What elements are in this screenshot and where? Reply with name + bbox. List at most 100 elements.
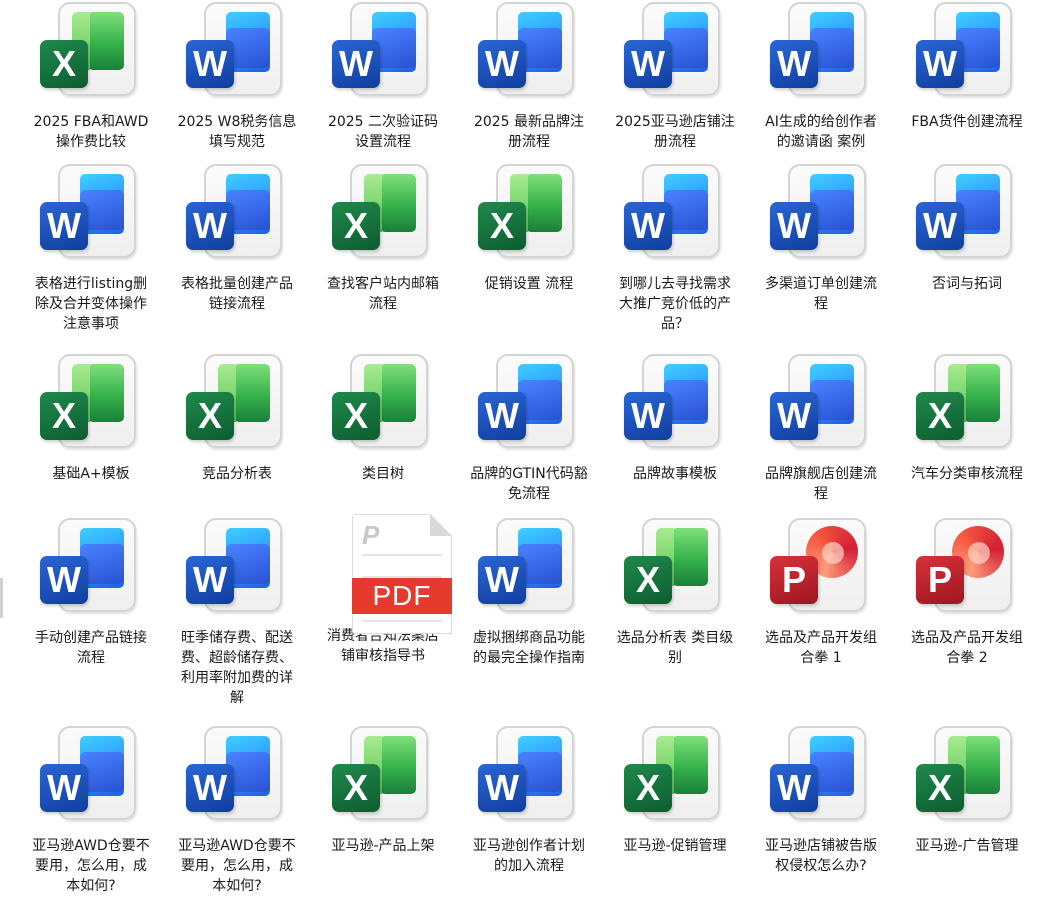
excel-file-icon: X	[474, 160, 584, 270]
app-badge: X	[916, 764, 964, 812]
file-item[interactable]: X 竞品分析表	[172, 350, 302, 484]
app-badge: W	[40, 202, 88, 250]
excel-file-icon: X	[36, 350, 146, 460]
excel-file-icon: X	[912, 722, 1022, 832]
app-badge: W	[916, 40, 964, 88]
file-item[interactable]: W 品牌的GTIN代码豁免流程	[464, 350, 594, 504]
file-name: 2025 二次验证码设置流程	[327, 114, 439, 150]
app-badge: W	[478, 392, 526, 440]
file-name: 2025亚马逊店铺注册流程	[615, 114, 735, 150]
app-badge: W	[186, 556, 234, 604]
file-name: AI生成的给创作者的邀请函 案例	[765, 114, 877, 150]
pdf-file-icon: P PDF	[328, 514, 452, 634]
excel-file-icon: X	[328, 160, 438, 270]
file-name: 查找客户站内邮箱 流程	[327, 276, 439, 312]
file-item[interactable]: X 选品分析表 类目级别	[610, 514, 740, 668]
app-badge: W	[478, 40, 526, 88]
file-item[interactable]: W 2025 最新品牌注册流程	[464, 0, 594, 152]
excel-file-icon: X	[328, 350, 438, 460]
file-name: 旺季储存费、配送费、超龄储存费、利用率附加费的详解	[181, 630, 293, 706]
file-item[interactable]: X 汽车分类审核流程	[902, 350, 1032, 484]
file-item[interactable]: X 亚马逊-促销管理	[610, 722, 740, 856]
word-file-icon: W	[620, 0, 730, 108]
file-item[interactable]: W 亚马逊创作者计划的加入流程	[464, 722, 594, 876]
word-file-icon: W	[36, 160, 146, 270]
file-item[interactable]: W 亚马逊AWD仓要不要用，怎么用，成本如何?	[26, 722, 156, 896]
file-item[interactable]: W 虚拟捆绑商品功能的最完全操作指南	[464, 514, 594, 668]
file-item[interactable]: W 亚马逊店铺被告版权侵权怎么办?	[756, 722, 886, 876]
file-item[interactable]: W 多渠道订单创建流程	[756, 160, 886, 314]
file-item[interactable]: W 手动创建产品链接流程	[26, 514, 156, 668]
file-item[interactable]: X 亚马逊-产品上架	[318, 722, 448, 856]
file-item[interactable]: W 否词与拓词	[902, 160, 1032, 294]
file-item[interactable]: X 查找客户站内邮箱 流程	[318, 160, 448, 314]
file-name: 表格进行listing删除及合并变体操作注意事项	[34, 276, 148, 332]
file-item[interactable]: W FBA货件创建流程	[902, 0, 1032, 132]
app-badge: X	[624, 556, 672, 604]
file-name: FBA货件创建流程	[911, 114, 1023, 130]
app-badge: X	[916, 392, 964, 440]
file-item[interactable]: X 2025 FBA和AWD操作费比较	[26, 0, 156, 152]
file-name: 品牌故事模板	[633, 466, 717, 482]
word-file-icon: W	[766, 350, 876, 460]
file-name: 多渠道订单创建流程	[765, 276, 877, 312]
app-badge: W	[478, 764, 526, 812]
word-file-icon: W	[912, 0, 1022, 108]
powerpoint-file-icon: P	[766, 514, 876, 624]
word-file-icon: W	[766, 0, 876, 108]
file-name: 品牌旗舰店创建流程	[765, 466, 877, 502]
file-item[interactable]: W 品牌旗舰店创建流程	[756, 350, 886, 504]
left-scroll-edge	[0, 578, 3, 618]
word-file-icon: W	[766, 160, 876, 270]
file-item[interactable]: W 品牌故事模板	[610, 350, 740, 484]
app-badge: W	[770, 392, 818, 440]
word-file-icon: W	[912, 160, 1022, 270]
file-grid: X 2025 FBA和AWD操作费比较 W 2025 W8税务信息填写规范 W 2025 …	[0, 0, 1049, 898]
app-badge: W	[624, 392, 672, 440]
app-badge: X	[332, 202, 380, 250]
word-file-icon: W	[182, 160, 292, 270]
file-name: 2025 W8税务信息填写规范	[177, 114, 297, 150]
file-name: 2025 FBA和AWD操作费比较	[33, 114, 149, 150]
file-name: 品牌的GTIN代码豁免流程	[470, 466, 588, 502]
file-item[interactable]: P 选品及产品开发组合拳 1	[756, 514, 886, 668]
file-name: 亚马逊AWD仓要不要用，怎么用，成本如何?	[178, 838, 296, 894]
excel-file-icon: X	[36, 0, 146, 108]
file-item[interactable]: X 亚马逊-广告管理	[902, 722, 1032, 856]
file-name: 亚马逊店铺被告版权侵权怎么办?	[765, 838, 877, 874]
app-badge: X	[332, 392, 380, 440]
file-item[interactable]: W 亚马逊AWD仓要不要用，怎么用，成本如何?	[172, 722, 302, 896]
file-item[interactable]: W 2025亚马逊店铺注册流程	[610, 0, 740, 152]
file-name: 亚马逊-产品上架	[331, 838, 435, 854]
file-name: 虚拟捆绑商品功能的最完全操作指南	[473, 630, 585, 666]
file-name: 汽车分类审核流程	[911, 466, 1023, 482]
word-file-icon: W	[620, 350, 730, 460]
file-item[interactable]: W 旺季储存费、配送费、超龄储存费、利用率附加费的详解	[172, 514, 302, 708]
file-item[interactable]: W 到哪儿去寻找需求大推广竞价低的产品？	[610, 160, 740, 334]
file-item[interactable]: W 表格进行listing删除及合并变体操作注意事项	[26, 160, 156, 334]
file-item[interactable]: X 促销设置 流程	[464, 160, 594, 294]
file-item[interactable]: X 类目树	[318, 350, 448, 484]
file-item[interactable]: P 选品及产品开发组合拳 2	[902, 514, 1032, 668]
file-name: 类目树	[362, 466, 404, 482]
file-item[interactable]: W 2025 二次验证码设置流程	[318, 0, 448, 152]
file-item[interactable]: X 基础A+模板	[26, 350, 156, 484]
file-item[interactable]: P PDF 消费者告知法案店铺审核指导书	[318, 514, 452, 666]
app-badge: W	[40, 556, 88, 604]
file-item[interactable]: W 2025 W8税务信息填写规范	[172, 0, 302, 152]
file-name: 亚马逊-促销管理	[623, 838, 727, 854]
file-item[interactable]: W AI生成的给创作者的邀请函 案例	[756, 0, 886, 152]
file-name: 基础A+模板	[52, 466, 130, 482]
app-badge: W	[624, 40, 672, 88]
file-name: 选品及产品开发组合拳 2	[911, 630, 1023, 666]
excel-file-icon: X	[912, 350, 1022, 460]
file-name: 选品分析表 类目级别	[616, 630, 734, 666]
app-badge: X	[40, 392, 88, 440]
word-file-icon: W	[36, 722, 146, 832]
app-badge: W	[916, 202, 964, 250]
app-badge: X	[40, 40, 88, 88]
word-file-icon: W	[474, 350, 584, 460]
file-item[interactable]: W 表格批量创建产品链接流程	[172, 160, 302, 314]
powerpoint-file-icon: P	[912, 514, 1022, 624]
app-badge: W	[186, 40, 234, 88]
